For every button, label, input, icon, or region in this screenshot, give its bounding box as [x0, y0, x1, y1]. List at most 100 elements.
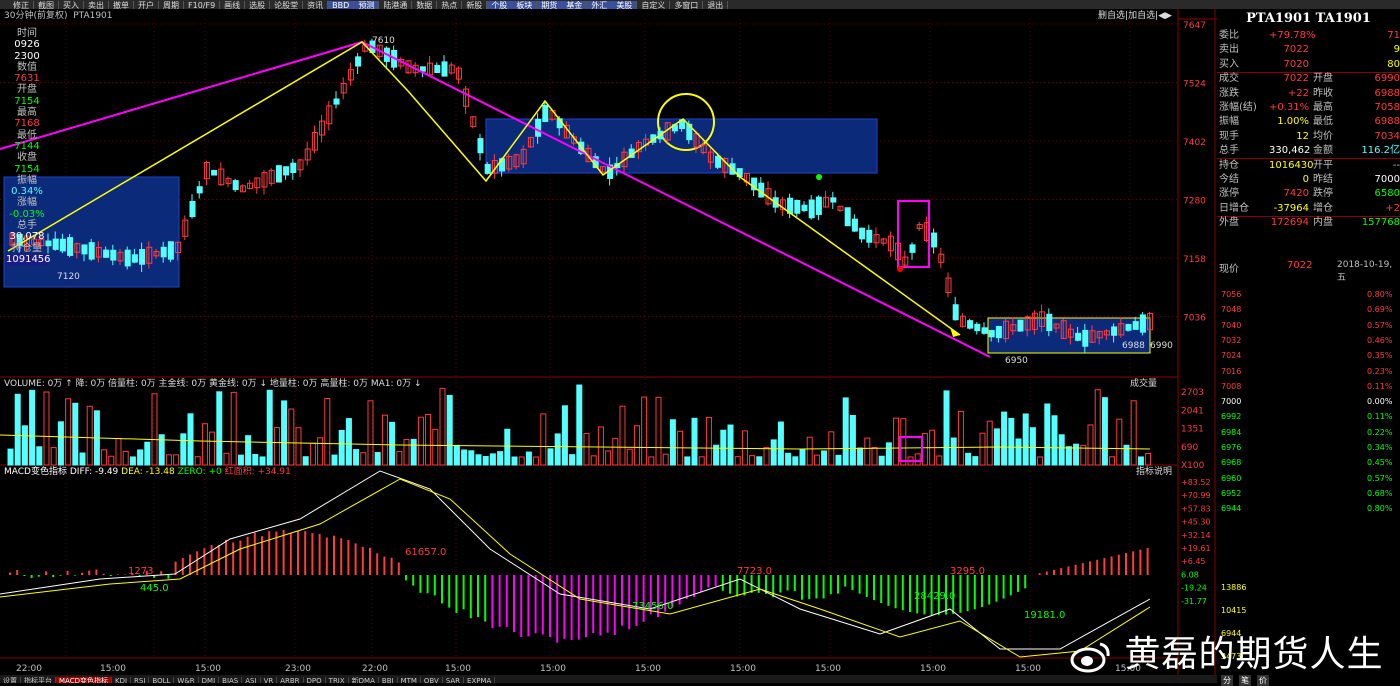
- mini-pct-tick: 0.57%: [1367, 320, 1393, 330]
- volume-bar: [792, 456, 799, 466]
- quote-value: +0.31%: [1269, 102, 1310, 113]
- chg-label: 涨幅: [17, 197, 37, 209]
- volume-header: VOLUME: 0万 ↑ 降: 0万 倍量柱: 0万 主金线: 0万 黄金线: …: [4, 379, 422, 389]
- toolbar-item[interactable]: 退出: [703, 1, 729, 9]
- candle-body: [290, 162, 297, 173]
- quote-row: 涨跌 +22 昨收 6988: [1217, 87, 1400, 101]
- toolbar-item[interactable]: 资讯: [303, 1, 329, 9]
- toolbar-item[interactable]: 修正: [9, 1, 34, 9]
- candle-body: [110, 249, 117, 261]
- toolbar-item[interactable]: 卖出: [84, 1, 109, 9]
- prev-button[interactable]: ◀: [1158, 11, 1165, 21]
- volume-bar: [576, 384, 583, 466]
- indicator-tab[interactable]: BBI: [379, 677, 398, 683]
- indicator-tab[interactable]: DPO: [304, 677, 326, 683]
- quote-row: 买入 7020 80: [1217, 58, 1400, 73]
- toolbar-item[interactable]: 画线: [220, 1, 246, 9]
- volume-tab[interactable]: 成交量: [1130, 379, 1157, 390]
- toolbar-item[interactable]: 多窗口: [670, 1, 704, 9]
- indicator-tab[interactable]: ARBR: [277, 677, 304, 683]
- macd-tab[interactable]: 指标说明: [1136, 467, 1172, 478]
- indicator-tab[interactable]: 指标平台: [21, 677, 56, 683]
- indicator-tab[interactable]: EXPMA: [464, 677, 496, 683]
- volume-bar: [727, 424, 734, 466]
- volume-bar: [151, 393, 158, 466]
- toolbar-item[interactable]: 美股: [612, 1, 638, 9]
- toolbar-item[interactable]: 数据: [412, 1, 438, 9]
- value-label: 数值: [17, 61, 37, 73]
- toolbar-item[interactable]: 个股: [487, 1, 513, 9]
- toolbar-item[interactable]: 新股: [462, 1, 488, 9]
- indicator-tab[interactable]: RSI: [131, 677, 150, 683]
- oi-value: 1091456: [6, 253, 51, 266]
- volume-bar: [583, 433, 590, 466]
- toolbar-item[interactable]: 选股: [245, 1, 271, 9]
- indicator-tab[interactable]: DMI: [199, 677, 220, 683]
- volume-value: 30,078: [9, 231, 45, 243]
- quote-value: 172694: [1270, 217, 1309, 229]
- toolbar-item[interactable]: 热点: [437, 1, 463, 9]
- next-button[interactable]: ▶: [1165, 11, 1172, 21]
- toolbar-item[interactable]: 陆港通: [379, 1, 413, 9]
- candle-body: [981, 327, 988, 334]
- indicator-tab[interactable]: ASI: [242, 677, 261, 683]
- mini-pct-tick: 0.23%: [1367, 366, 1393, 376]
- indicator-tab[interactable]: 设置: [0, 677, 21, 683]
- volume-axis-tick: X100: [1181, 461, 1205, 471]
- remove-watchlist-button[interactable]: 删自选: [1098, 11, 1125, 21]
- quote-row: 卖出 7022 9: [1217, 43, 1400, 57]
- indicator-tab[interactable]: SAR: [443, 677, 465, 683]
- mini-pct-tick: 0.57%: [1367, 473, 1393, 483]
- volume-bar: [50, 447, 57, 466]
- volume-axis-tick: 690: [1181, 443, 1198, 453]
- toolbar-item[interactable]: 论股堂: [270, 1, 304, 9]
- candle-body: [535, 118, 542, 137]
- toolbar-item[interactable]: BBD: [328, 1, 355, 9]
- volume-bar: [1116, 418, 1123, 466]
- quote-label: 外盘: [1219, 217, 1239, 229]
- indicator-tab[interactable]: BIAS: [219, 677, 243, 683]
- toolbar-item[interactable]: 期货: [537, 1, 563, 9]
- toolbar-item[interactable]: 自定义: [637, 1, 671, 9]
- time-axis-tick: 15:00: [100, 664, 126, 674]
- price-axis-tick: 7280: [1183, 197, 1206, 207]
- volume-bar: [842, 397, 849, 466]
- indicator-tabs: 设置 指标平台 MACD变色指标 KDJ RSI BOLL W&R DMI BIAS ASI VR A…: [0, 675, 1217, 683]
- candle-body: [160, 246, 167, 258]
- toolbar-item[interactable]: F10/F9: [184, 1, 221, 9]
- volume-bar: [1058, 434, 1065, 466]
- indicator-tab[interactable]: OBV: [421, 677, 443, 683]
- indicator-tab[interactable]: BOLL: [149, 677, 175, 683]
- indicator-tab[interactable]: MACD变色指标: [56, 677, 112, 683]
- volume-bar: [720, 429, 727, 466]
- toolbar-item[interactable]: 截图: [34, 1, 59, 9]
- toolbar-item[interactable]: 周期: [159, 1, 184, 9]
- candle-body: [974, 323, 981, 332]
- add-watchlist-button[interactable]: 加自选: [1128, 11, 1155, 21]
- indicator-tab[interactable]: 新DMA: [349, 677, 379, 683]
- indicator-tab[interactable]: MTM: [398, 677, 421, 683]
- toolbar-item[interactable]: 买入: [59, 1, 84, 9]
- candle-body: [815, 196, 822, 215]
- toolbar-item[interactable]: 开户: [134, 1, 159, 9]
- candle-body: [81, 244, 88, 255]
- indicator-tab[interactable]: KDJ: [112, 677, 132, 683]
- indicator-tab[interactable]: VR: [261, 677, 278, 683]
- toolbar-item[interactable]: 外汇: [587, 1, 613, 9]
- toolbar-item[interactable]: 基金: [562, 1, 588, 9]
- toolbar-item[interactable]: 撤单: [109, 1, 134, 9]
- crosshair-info-box: 时间 0926 2300 数值 7631 开盘 7154 最高 7168 最低 …: [6, 28, 51, 266]
- volume-bar: [115, 438, 122, 466]
- indicator-tab[interactable]: TRIX: [326, 677, 349, 683]
- period-label[interactable]: 30分钟(前复权) PTA1901: [4, 11, 113, 22]
- amp-label: 振幅: [17, 174, 37, 186]
- toolbar-item[interactable]: 预测: [354, 1, 380, 9]
- volume-bar: [965, 452, 972, 466]
- quote-value: 330,462: [1269, 145, 1311, 157]
- mini-pct-tick: 0.35%: [1367, 351, 1393, 361]
- candle-body: [59, 238, 66, 252]
- indicator-tab[interactable]: W&R: [174, 677, 199, 683]
- volume-bar: [201, 423, 208, 466]
- volume-axis-tick: 1351: [1181, 425, 1204, 435]
- toolbar-item[interactable]: 板块: [512, 1, 538, 9]
